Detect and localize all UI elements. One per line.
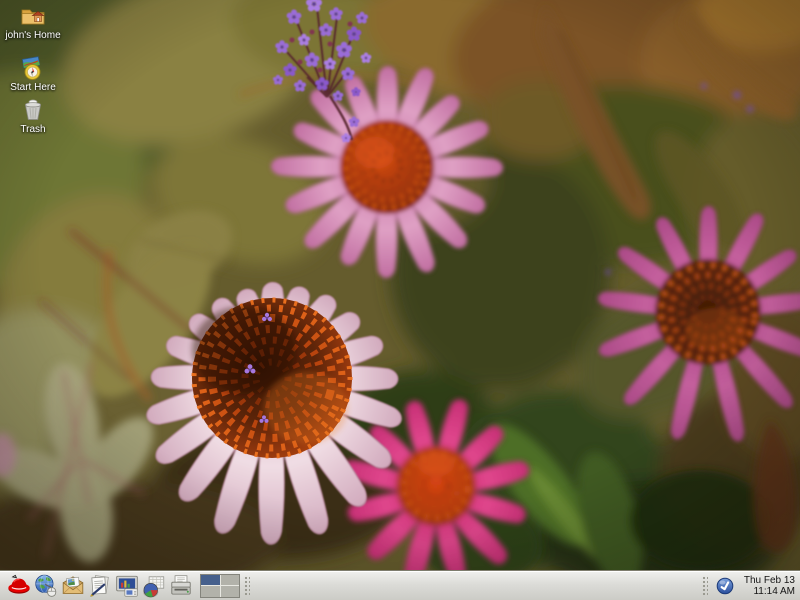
desktop-icon-johns-home[interactable]: john's Home	[0, 3, 66, 41]
wallpaper-coneflowers	[0, 0, 800, 570]
clock-time: 11:14 AM	[739, 586, 795, 597]
desktop-icon-label: john's Home	[5, 30, 60, 41]
update-check-icon	[716, 577, 734, 595]
bottom-panel: Thu Feb 13 11:14 AM	[0, 570, 800, 600]
desktop-icon-label: Trash	[20, 124, 45, 135]
printer-icon	[168, 573, 194, 599]
update-notification[interactable]	[716, 577, 734, 595]
desktop-icon-start-here[interactable]: Start Here	[0, 55, 66, 93]
email-button[interactable]	[59, 572, 86, 600]
main-menu-button[interactable]	[5, 572, 32, 600]
workspace-3[interactable]	[201, 586, 220, 597]
panel-launchers	[0, 572, 194, 600]
presentation-button[interactable]	[113, 572, 140, 600]
print-manager-button[interactable]	[167, 572, 194, 600]
workspace-switcher[interactable]	[200, 574, 240, 598]
trash-icon	[20, 97, 46, 123]
workspace-2[interactable]	[221, 575, 240, 586]
web-browser-button[interactable]	[32, 572, 59, 600]
workspace-4[interactable]	[221, 586, 240, 597]
start-here-icon	[20, 55, 46, 81]
word-processor-button[interactable]	[86, 572, 113, 600]
clock-date: Thu Feb 13	[739, 575, 795, 586]
presentation-screen-icon	[114, 573, 140, 599]
spreadsheet-button[interactable]	[140, 572, 167, 600]
documents-pen-icon	[87, 573, 113, 599]
desktop-icon-trash[interactable]: Trash	[0, 97, 66, 135]
panel-drag-handle-right[interactable]	[701, 575, 708, 597]
envelope-icon	[60, 573, 86, 599]
panel-clock[interactable]: Thu Feb 13 11:14 AM	[739, 575, 795, 597]
pie-chart-spreadsheet-icon	[141, 573, 167, 599]
desktop-screen: john's Home Start Here Trash	[0, 0, 800, 600]
home-folder-icon	[20, 3, 46, 29]
panel-right-side: Thu Feb 13 11:14 AM	[698, 575, 800, 597]
desktop-icon-label: Start Here	[10, 82, 56, 93]
workspace-1[interactable]	[201, 575, 220, 586]
red-hat-menu-icon	[6, 573, 32, 599]
panel-drag-handle[interactable]	[243, 575, 250, 597]
globe-mouse-icon	[33, 573, 59, 599]
